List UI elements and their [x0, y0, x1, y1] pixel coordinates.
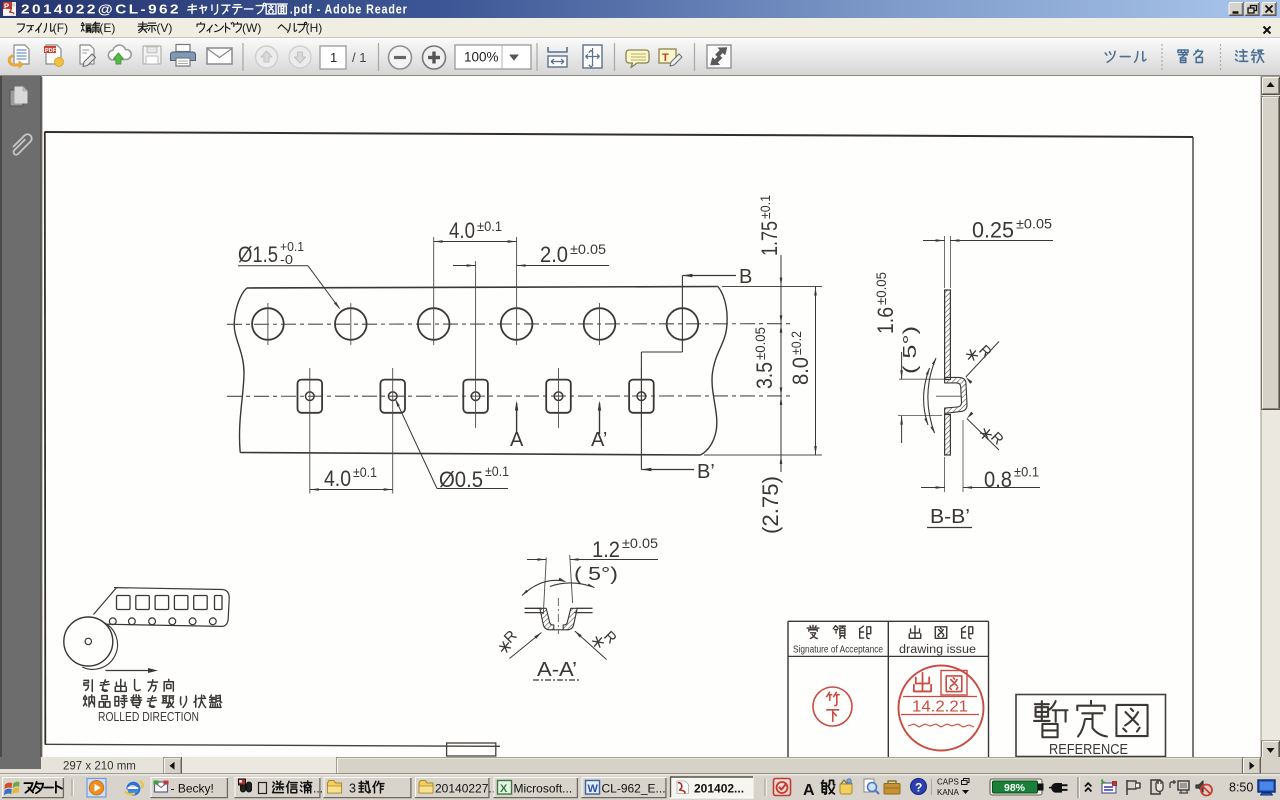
svg-text:14.2.21: 14.2.21	[912, 699, 968, 716]
svg-text:8:50: 8:50	[1229, 781, 1253, 795]
svg-text:Signature of Acceptance: Signature of Acceptance	[793, 645, 883, 656]
svg-text:( 5°): ( 5°)	[574, 564, 618, 584]
svg-text:201402...: 201402...	[694, 782, 744, 796]
svg-text:2014022@CL-962: 2014022@CL-962	[21, 3, 181, 17]
svg-text:Ø0.5: Ø0.5	[439, 467, 483, 492]
svg-text:...: ...	[313, 782, 323, 796]
svg-text:8.0: 8.0	[788, 357, 813, 385]
svg-text:A: A	[510, 429, 524, 451]
svg-text:-0: -0	[280, 252, 293, 267]
svg-text:W: W	[588, 783, 599, 795]
svg-text:ROLLED DIRECTION: ROLLED DIRECTION	[98, 709, 199, 724]
svg-text:Microsoft...: Microsoft...	[514, 782, 573, 796]
svg-text:1.2: 1.2	[592, 537, 620, 562]
svg-text:REFERENCE: REFERENCE	[1049, 742, 1128, 758]
svg-text:.pdf - Adobe Reader: .pdf - Adobe Reader	[290, 3, 408, 17]
svg-text:±0.05: ±0.05	[622, 535, 658, 551]
svg-text:(W): (W)	[242, 21, 261, 35]
svg-text:( 5°): ( 5°)	[900, 326, 920, 374]
svg-text:±0.1: ±0.1	[757, 195, 773, 219]
svg-text:±0.05: ±0.05	[873, 272, 889, 305]
svg-text:297 x 210 mm: 297 x 210 mm	[63, 761, 136, 773]
svg-text:PDF: PDF	[45, 48, 57, 54]
svg-text:3.5: 3.5	[752, 362, 777, 389]
svg-text:KANA: KANA	[937, 788, 959, 797]
svg-text:20140227...: 20140227...	[435, 782, 498, 796]
svg-text:/ 1: / 1	[352, 50, 366, 65]
svg-text:B’: B’	[697, 461, 715, 483]
svg-text:100%: 100%	[464, 50, 499, 65]
svg-text:±0.05: ±0.05	[752, 327, 768, 360]
svg-text:98%: 98%	[1004, 782, 1026, 794]
svg-text:±0.2: ±0.2	[788, 331, 804, 355]
svg-text:(V): (V)	[156, 21, 172, 35]
svg-text:(F): (F)	[53, 21, 68, 35]
svg-text:1.6: 1.6	[873, 307, 898, 334]
svg-text:B-B’: B-B’	[930, 506, 970, 528]
svg-text:CAPS: CAPS	[937, 778, 959, 787]
svg-text:P: P	[4, 2, 9, 11]
svg-text:A-A’: A-A’	[537, 659, 577, 681]
svg-text:X: X	[500, 783, 508, 795]
svg-text:4.0: 4.0	[324, 466, 351, 491]
svg-text:±0.1: ±0.1	[353, 464, 377, 480]
svg-text:CL-962_E...: CL-962_E...	[602, 782, 666, 796]
svg-text:3: 3	[349, 782, 356, 796]
svg-text:A: A	[803, 782, 815, 799]
svg-text:1: 1	[330, 50, 337, 65]
svg-text:A’: A’	[591, 429, 607, 451]
svg-text:±0.1: ±0.1	[485, 463, 509, 479]
svg-text:±0.1: ±0.1	[1014, 464, 1039, 480]
svg-text:Ø1.5: Ø1.5	[238, 242, 278, 267]
svg-text:?: ?	[915, 781, 922, 795]
svg-text:B: B	[739, 266, 752, 288]
svg-text:±0.1: ±0.1	[477, 218, 502, 234]
svg-text:0.25: 0.25	[972, 218, 1014, 243]
svg-text:(H): (H)	[306, 21, 323, 35]
svg-text:(E): (E)	[99, 21, 115, 35]
svg-text:±0.05: ±0.05	[570, 241, 606, 257]
svg-text:0.8: 0.8	[984, 467, 1012, 492]
svg-text:±0.05: ±0.05	[1016, 216, 1052, 232]
svg-text:2.0: 2.0	[540, 242, 568, 267]
svg-text:4.0: 4.0	[449, 218, 475, 243]
svg-text:- Becky!: - Becky!	[171, 782, 214, 796]
svg-text:(2.75): (2.75)	[758, 476, 783, 534]
svg-text:1.75: 1.75	[757, 221, 782, 256]
svg-text:drawing issue: drawing issue	[899, 644, 976, 656]
svg-text:T: T	[662, 52, 669, 64]
